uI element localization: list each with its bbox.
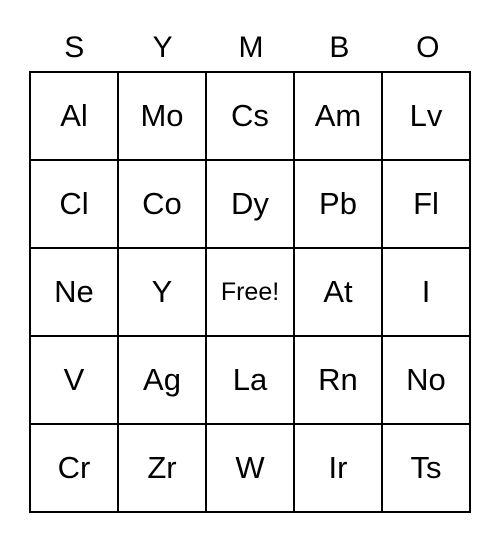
bingo-cell[interactable]: No — [382, 336, 470, 424]
bingo-cell[interactable]: La — [206, 336, 294, 424]
bingo-cell[interactable]: W — [206, 424, 294, 512]
free-space[interactable]: Free! — [206, 248, 294, 336]
bingo-cell[interactable]: Co — [118, 160, 206, 248]
header-letter: O — [416, 31, 440, 64]
bingo-cell[interactable]: Lv — [382, 72, 470, 160]
bingo-cell[interactable]: Mo — [118, 72, 206, 160]
bingo-cell[interactable]: Fl — [382, 160, 470, 248]
bingo-cell[interactable]: Cs — [206, 72, 294, 160]
bingo-cell[interactable]: Ts — [382, 424, 470, 512]
bingo-cell[interactable]: Zr — [118, 424, 206, 512]
bingo-cell[interactable]: Cr — [30, 424, 118, 512]
bingo-cell[interactable]: Al — [30, 72, 118, 160]
bingo-cell[interactable]: Y — [118, 248, 206, 336]
header-letter: M — [238, 31, 264, 64]
bingo-cell[interactable]: Ag — [118, 336, 206, 424]
bingo-cell[interactable]: I — [382, 248, 470, 336]
bingo-cell[interactable]: Ne — [30, 248, 118, 336]
bingo-cell[interactable]: Am — [294, 72, 382, 160]
bingo-card: Al Mo Cs Am Lv Cl Co Dy Pb Fl Ne Y Free! At I V Ag La Rn No… — [29, 71, 471, 513]
bingo-cell[interactable]: Ir — [294, 424, 382, 512]
bingo-cell[interactable]: Pb — [294, 160, 382, 248]
header-letter: Y — [152, 31, 173, 64]
bingo-cell[interactable]: V — [30, 336, 118, 424]
bingo-header: SYMBO — [30, 28, 472, 68]
bingo-cell[interactable]: Cl — [30, 160, 118, 248]
bingo-cell[interactable]: Dy — [206, 160, 294, 248]
header-letter: S — [64, 31, 85, 64]
header-letter: B — [329, 31, 350, 64]
bingo-cell[interactable]: Rn — [294, 336, 382, 424]
bingo-cell[interactable]: At — [294, 248, 382, 336]
